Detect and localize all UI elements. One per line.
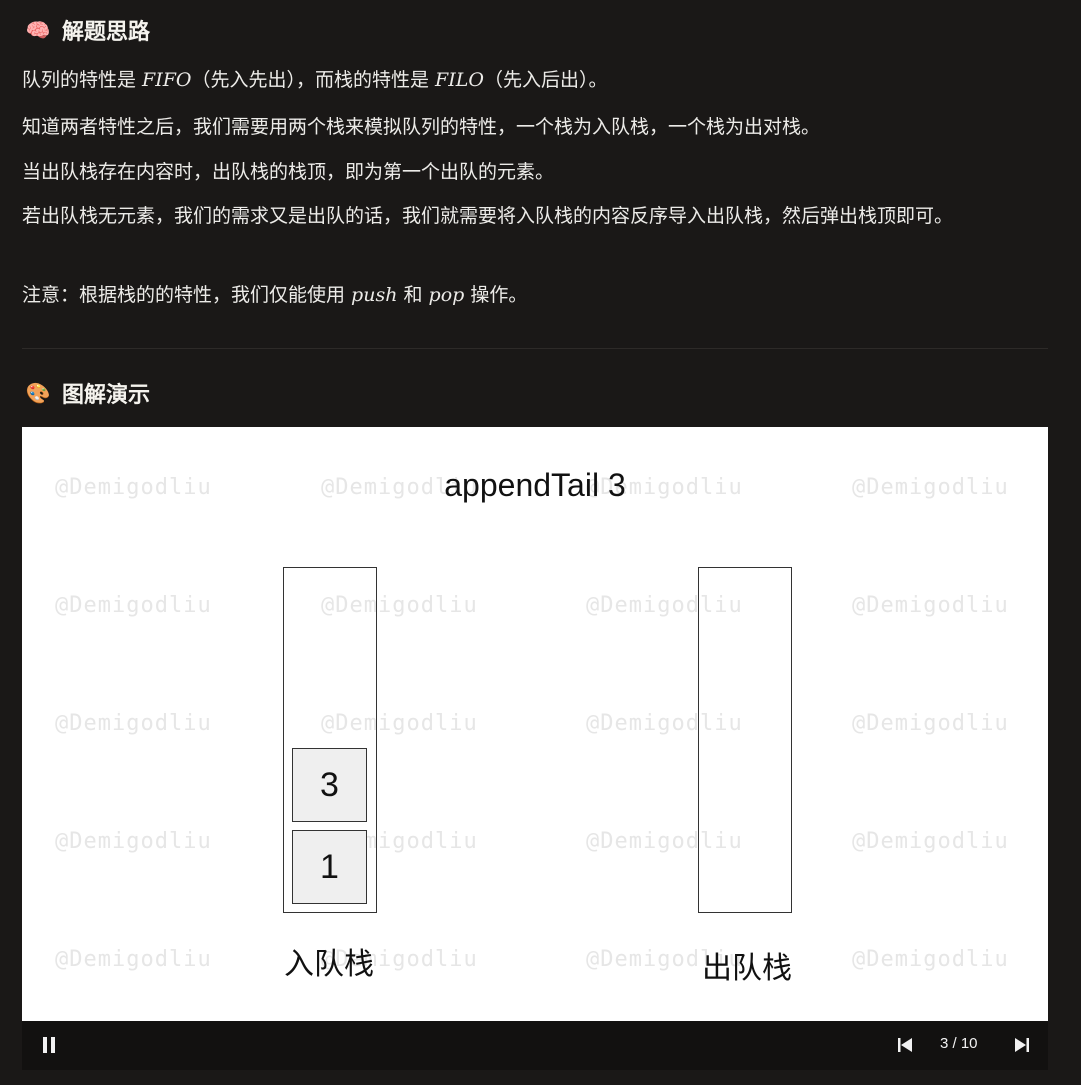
out-queue-stack-label: 出队栈 [702,951,792,986]
text: 队列的特性是 [22,69,143,91]
pause-button[interactable] [42,1037,56,1054]
math-push: push [351,284,398,306]
paragraph-reverse-transfer: 若出队栈无元素，我们的需求又是出队的话，我们就需要将入队栈的内容反序导入出队栈，… [22,205,954,227]
text: 注意：根据栈的的特性，我们仅能使用 [22,284,352,306]
palette-icon: 🎨 [25,381,51,405]
brain-icon: 🧠 [25,18,51,42]
watermark: @Demigodliu [55,593,212,618]
out-queue-stack [698,567,792,913]
watermark: @Demigodliu [852,711,1009,736]
pause-icon [43,1037,47,1053]
in-queue-stack-label: 入队栈 [284,947,374,982]
solution-page: 🧠 解题思路 队列的特性是 FIFO（先入先出），而栈的特性是 FILO（先入后… [0,0,1081,1085]
watermark: @Demigodliu [55,947,212,972]
player-controls: 3 / 10 [22,1021,1048,1070]
animation-frame: @Demigodliu @Demigodliu @Demigodliu @Dem… [22,427,1048,1021]
stack-cell: 1 [292,830,367,904]
text: 和 [397,284,429,306]
pause-icon [51,1037,55,1053]
watermark: @Demigodliu [852,947,1009,972]
paragraph-note: 注意：根据栈的的特性，我们仅能使用 push 和 pop 操作。 [22,278,1052,312]
math-pop: pop [428,284,465,306]
paragraph-two-stacks: 知道两者特性之后，我们需要用两个栈来模拟队列的特性，一个栈为入队栈，一个栈为出对… [22,116,821,138]
next-step-button[interactable] [1014,1037,1030,1053]
animation-step-title: appendTail 3 [444,467,626,503]
skip-next-icon [1015,1038,1029,1052]
paragraph-out-stack-top: 当出队栈存在内容时，出队栈的栈顶，即为第一个出队的元素。 [22,161,555,183]
text: （先入先出），而栈的特性是 [191,69,436,91]
section-heading-illustration: 🎨 图解演示 [24,377,150,409]
math-fifo: FIFO [142,69,192,91]
section-title-illustration: 图解演示 [62,383,151,408]
watermark: @Demigodliu [55,829,212,854]
skip-previous-icon [898,1038,912,1052]
math-filo: FILO [435,69,484,91]
watermark: @Demigodliu [55,711,212,736]
section-heading-approach: 🧠 解题思路 [24,14,150,46]
paragraph-queue-stack-properties: 队列的特性是 FIFO（先入先出），而栈的特性是 FILO（先入后出）。 [22,63,1052,97]
previous-step-button[interactable] [897,1037,913,1053]
stack-cell: 3 [292,748,367,822]
section-divider [22,348,1048,349]
watermark: @Demigodliu [852,593,1009,618]
watermark: @Demigodliu [852,829,1009,854]
text: 操作。 [464,284,528,306]
step-counter: 3 / 10 [940,1035,978,1052]
text: （先入后出）。 [483,69,608,91]
section-title-approach: 解题思路 [62,20,151,45]
